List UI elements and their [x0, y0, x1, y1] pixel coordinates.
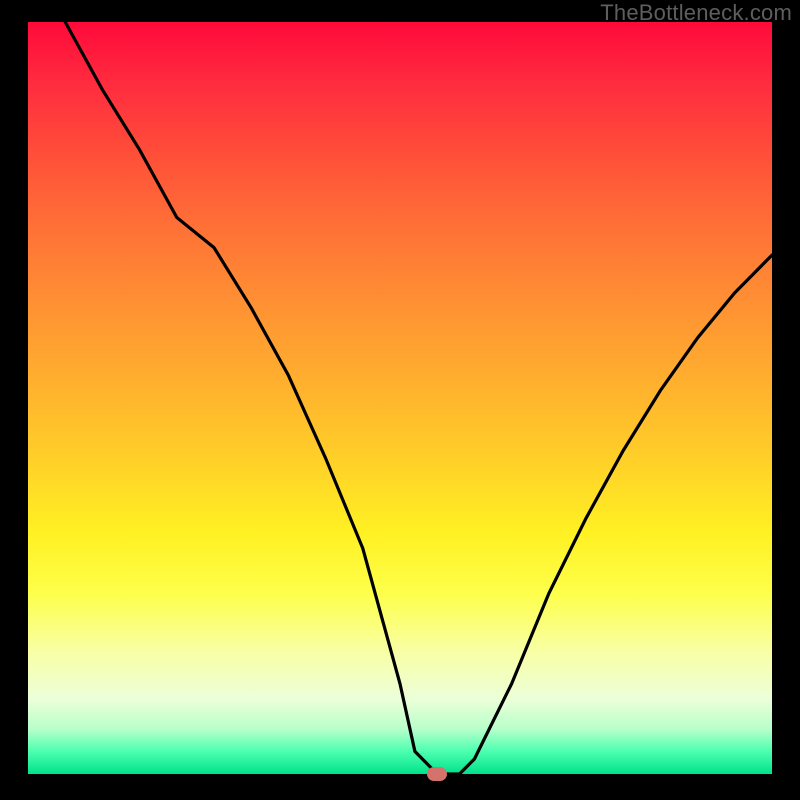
curve-layer — [0, 0, 800, 800]
watermark: TheBottleneck.com — [600, 0, 792, 26]
optimum-marker — [427, 767, 447, 781]
chart-frame: TheBottleneck.com — [0, 0, 800, 800]
bottleneck-curve — [65, 22, 772, 774]
